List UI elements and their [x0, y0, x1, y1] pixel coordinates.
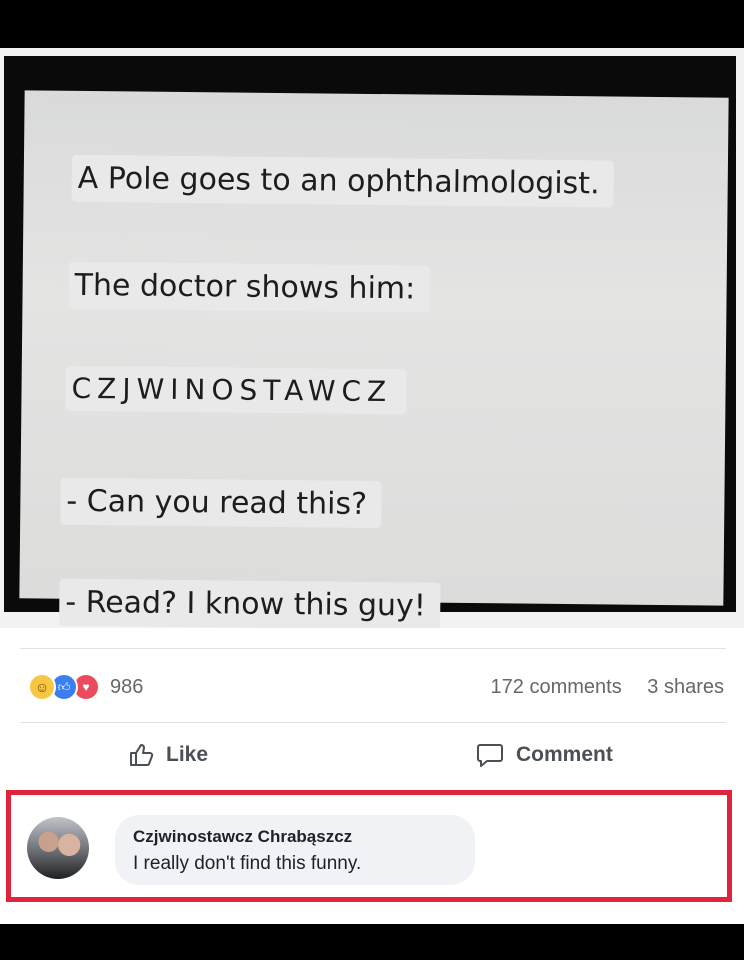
- shares-count[interactable]: 3 shares: [647, 676, 724, 698]
- comment-bubble: Czjwinostawcz Chrabąszcz I really don't …: [115, 815, 475, 885]
- reaction-count[interactable]: 986: [110, 676, 143, 699]
- thumbs-up-icon: [130, 744, 154, 766]
- comment-icon: [477, 744, 503, 767]
- post-image[interactable]: A Pole goes to an ophthalmologist. The d…: [0, 48, 744, 630]
- joke-line-5: - Read? I know this guy!: [59, 578, 441, 630]
- joke-line-1: A Pole goes to an ophthalmologist.: [71, 154, 614, 208]
- haha-icon: ☺: [28, 673, 56, 701]
- like-label: Like: [166, 743, 209, 766]
- reactions-summary[interactable]: ☺ 👍︎ ♥ 986: [28, 673, 143, 701]
- comments-count[interactable]: 172 comments: [491, 676, 622, 698]
- comment-text: I really don't find this funny.: [133, 853, 362, 874]
- joke-line-3: CZJWINOSTAWCZ: [65, 365, 407, 415]
- joke-paper: A Pole goes to an ophthalmologist. The d…: [19, 90, 729, 630]
- joke-line-4: - Can you read this?: [60, 477, 382, 529]
- commenter-name[interactable]: Czjwinostawcz Chrabąszcz: [133, 827, 352, 847]
- joke-line-2: The doctor shows him:: [68, 261, 430, 313]
- divider: [20, 648, 726, 649]
- post-footer: ☺ 👍︎ ♥ 986 172 comments 3 shares Like Co…: [0, 628, 744, 924]
- engagement-counts: 172 comments 3 shares: [491, 676, 724, 699]
- photo-frame: A Pole goes to an ophthalmologist. The d…: [4, 56, 736, 630]
- comment-label: Comment: [516, 743, 613, 766]
- avatar[interactable]: [27, 817, 89, 879]
- highlighted-comment: Czjwinostawcz Chrabąszcz I really don't …: [6, 790, 732, 902]
- like-button[interactable]: Like: [128, 742, 208, 768]
- divider: [20, 722, 726, 723]
- comment-button[interactable]: Comment: [476, 742, 613, 768]
